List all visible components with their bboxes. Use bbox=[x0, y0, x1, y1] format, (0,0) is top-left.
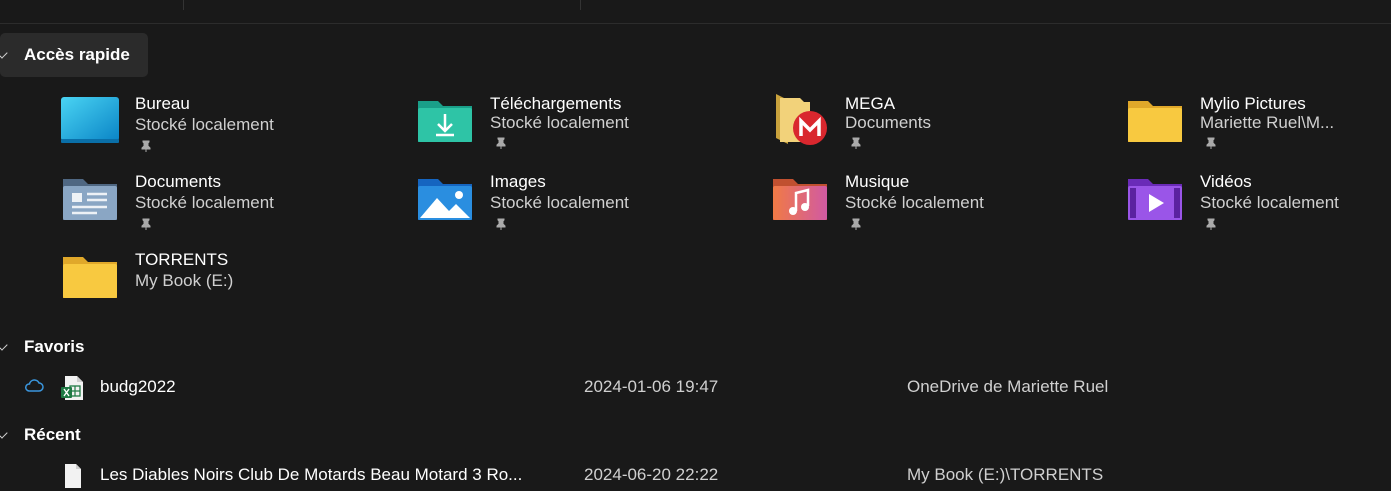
chevron-down-icon[interactable] bbox=[0, 429, 10, 441]
quick-access-item-documents[interactable]: Documents Stocké localement bbox=[60, 172, 400, 243]
item-name: TORRENTS bbox=[135, 250, 229, 269]
item-location: Stocké localement bbox=[845, 193, 984, 212]
recent-row[interactable]: Les Diables Noirs Club De Motards Beau M… bbox=[0, 459, 1391, 491]
item-location: My Book (E:) bbox=[135, 271, 234, 290]
excel-file-icon bbox=[61, 376, 83, 400]
toolbar-divider bbox=[183, 0, 184, 10]
quick-access-item-bureau[interactable]: Bureau Stocké localement bbox=[60, 94, 400, 165]
desktop-folder-icon bbox=[61, 97, 119, 143]
item-location: Stocké localement bbox=[135, 193, 274, 212]
file-icon bbox=[65, 464, 81, 488]
mega-folder-icon bbox=[776, 94, 827, 145]
pin-icon bbox=[141, 218, 151, 230]
item-location: Stocké localement bbox=[490, 113, 629, 132]
quick-access-header[interactable]: Accès rapide bbox=[0, 33, 148, 77]
item-location: Documents bbox=[845, 113, 931, 132]
item-name: Vidéos bbox=[1200, 172, 1252, 191]
chevron-down-icon[interactable] bbox=[0, 49, 10, 61]
folder-icon bbox=[63, 257, 117, 298]
pin-icon bbox=[851, 137, 861, 149]
item-name: Documents bbox=[135, 172, 221, 191]
file-date: 2024-01-06 19:47 bbox=[584, 377, 719, 396]
item-name: Images bbox=[490, 172, 546, 191]
quick-access-item-mega[interactable]: MEGA Documents bbox=[770, 94, 1110, 165]
file-location: OneDrive de Mariette Ruel bbox=[907, 377, 1109, 396]
quick-access-item-torrents[interactable]: TORRENTS My Book (E:) bbox=[60, 250, 400, 321]
item-name: Musique bbox=[845, 172, 910, 191]
favorites-header[interactable]: Favoris bbox=[0, 325, 84, 369]
recent-header[interactable]: Récent bbox=[0, 413, 81, 457]
pin-icon bbox=[141, 140, 151, 152]
file-location: My Book (E:)\TORRENTS bbox=[907, 465, 1104, 484]
pin-icon bbox=[1206, 137, 1216, 149]
pin-icon bbox=[1206, 218, 1216, 230]
downloads-folder-icon bbox=[418, 101, 472, 142]
file-name: Les Diables Noirs Club De Motards Beau M… bbox=[100, 465, 523, 484]
quick-access-item-images[interactable]: Images Stocké localement bbox=[415, 172, 755, 243]
toolbar-divider bbox=[580, 0, 581, 10]
item-name: Mylio Pictures bbox=[1200, 94, 1306, 113]
file-date: 2024-06-20 22:22 bbox=[584, 465, 719, 484]
section-title: Accès rapide bbox=[24, 45, 130, 64]
item-location: Mariette Ruel\M... bbox=[1200, 113, 1335, 132]
cloud-icon bbox=[25, 379, 44, 392]
folder-icon bbox=[1128, 101, 1182, 142]
item-location: Stocké localement bbox=[1200, 193, 1339, 212]
quick-access-item-musique[interactable]: Musique Stocké localement bbox=[770, 172, 1110, 243]
music-folder-icon bbox=[773, 179, 827, 220]
section-title: Favoris bbox=[24, 337, 85, 356]
quick-access-item-videos[interactable]: Vidéos Stocké localement bbox=[1125, 172, 1391, 243]
file-name: budg2022 bbox=[100, 377, 176, 396]
pin-icon bbox=[496, 137, 506, 149]
item-name: MEGA bbox=[845, 94, 896, 113]
documents-folder-icon bbox=[63, 179, 117, 220]
pin-icon bbox=[851, 218, 861, 230]
item-location: Stocké localement bbox=[135, 115, 274, 134]
pin-icon bbox=[496, 218, 506, 230]
item-name: Téléchargements bbox=[490, 94, 622, 113]
videos-folder-icon bbox=[1128, 179, 1182, 220]
item-location: Stocké localement bbox=[490, 193, 629, 212]
item-name: Bureau bbox=[135, 94, 190, 113]
toolbar-strip bbox=[0, 0, 1391, 24]
chevron-down-icon[interactable] bbox=[0, 341, 10, 353]
quick-access-item-telechargements[interactable]: Téléchargements Stocké localement bbox=[415, 94, 755, 165]
section-title: Récent bbox=[24, 425, 81, 444]
pictures-folder-icon bbox=[418, 179, 472, 220]
favorite-row[interactable]: budg2022 2024-01-06 19:47 OneDrive de Ma… bbox=[0, 371, 1391, 403]
quick-access-item-mylio-pictures[interactable]: Mylio Pictures Mariette Ruel\M... bbox=[1125, 94, 1391, 165]
